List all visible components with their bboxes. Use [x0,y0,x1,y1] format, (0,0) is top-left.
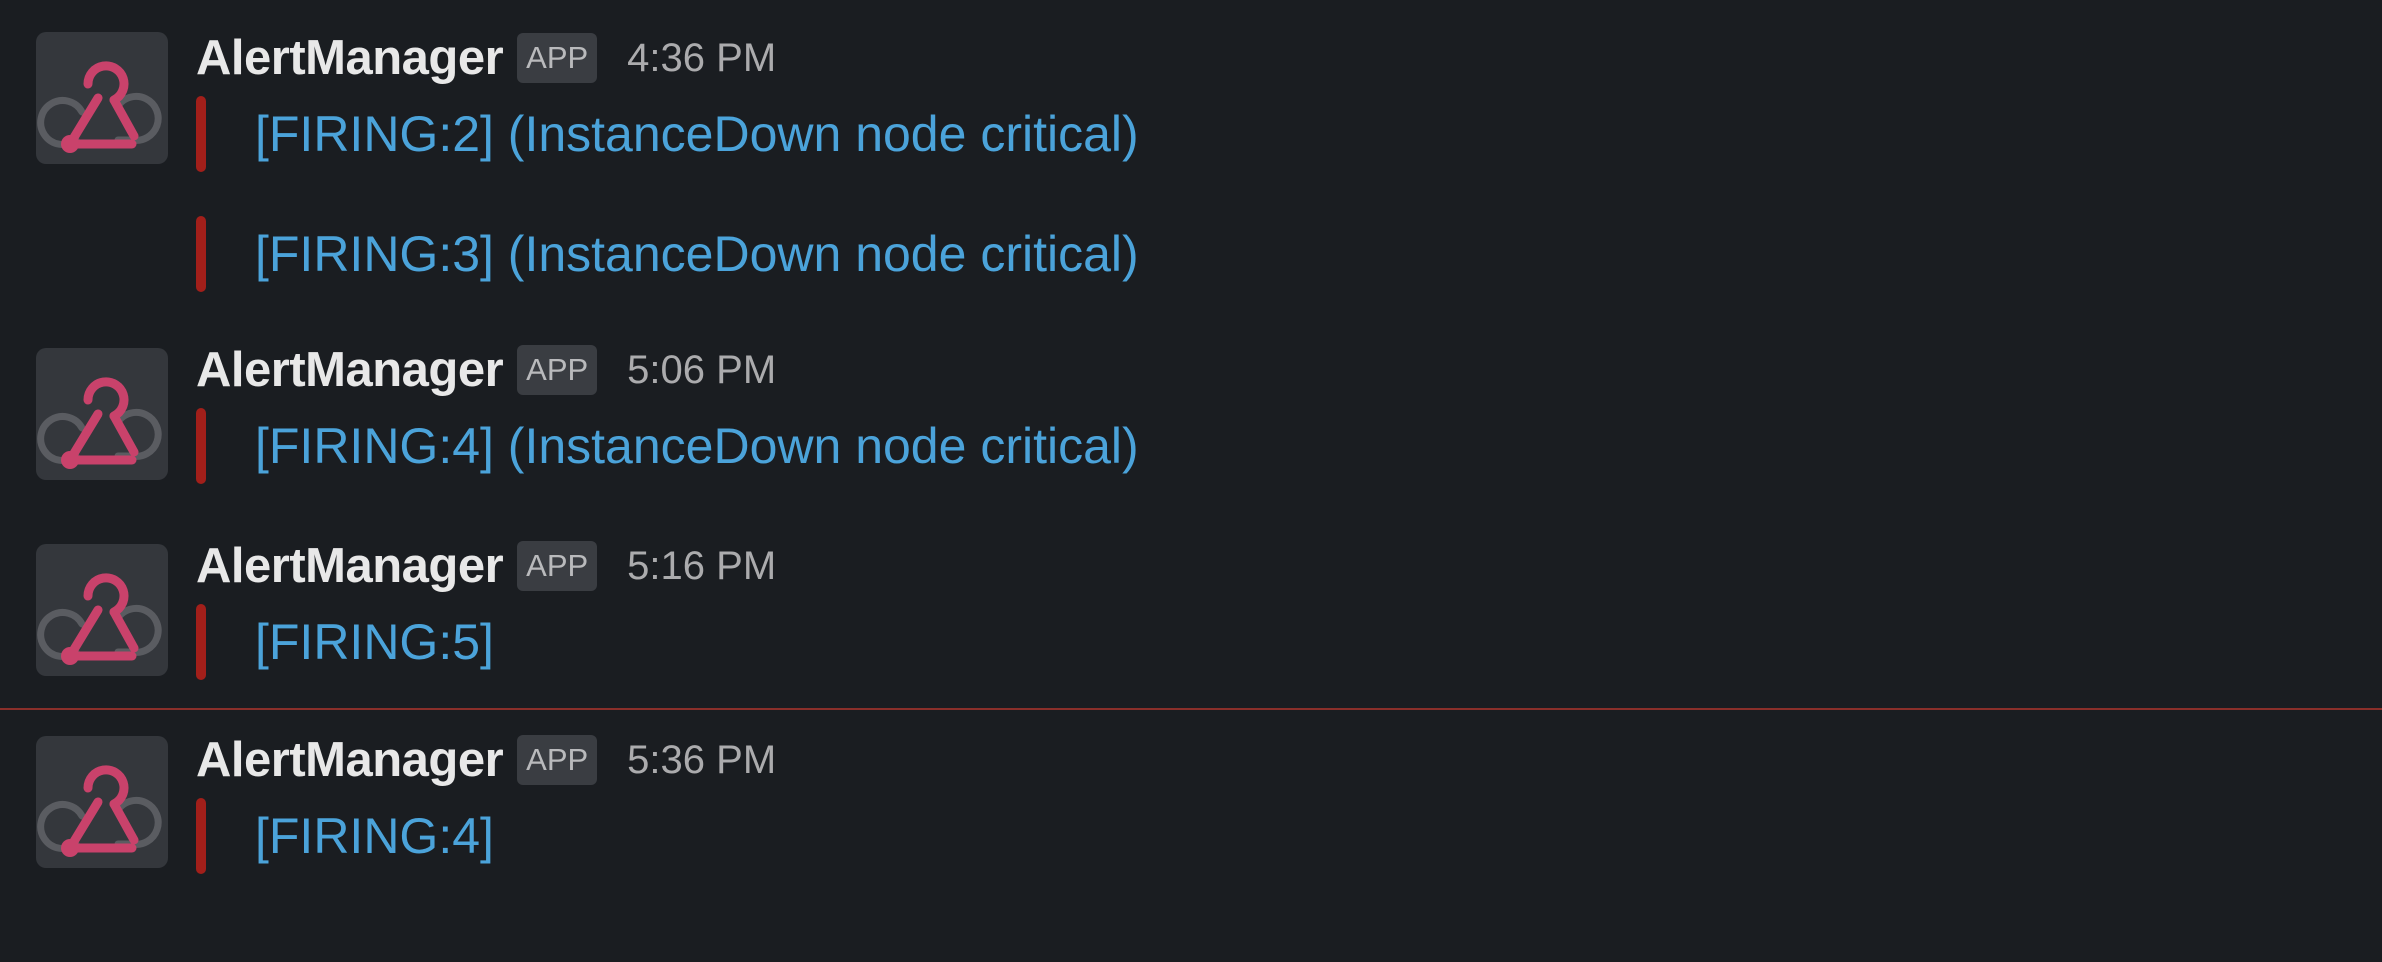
message-header: AlertManager APP 5:06 PM [196,340,776,400]
webhook-icon [37,573,162,665]
message-timestamp[interactable]: 4:36 PM [627,36,776,81]
attachment-color-bar [196,408,206,484]
message-timestamp[interactable]: 5:16 PM [627,544,776,589]
sender-name[interactable]: AlertManager [196,30,504,86]
app-badge: APP [517,735,598,785]
sender-avatar[interactable] [36,544,168,676]
alert-title-link[interactable]: [FIRING:2] (InstanceDown node critical) [255,96,1139,172]
new-messages-divider [0,708,2382,710]
attachment-color-bar [196,604,206,680]
sender-avatar[interactable] [36,736,168,868]
attachment-color-bar [196,798,206,874]
app-badge: APP [517,345,598,395]
alert-title-link[interactable]: [FIRING:5] [255,604,494,680]
message-timestamp[interactable]: 5:36 PM [627,738,776,783]
webhook-icon [37,377,162,469]
alert-title-link[interactable]: [FIRING:4] [255,798,494,874]
alert-title-link[interactable]: [FIRING:3] (InstanceDown node critical) [255,216,1139,292]
attachment-color-bar [196,216,206,292]
sender-name[interactable]: AlertManager [196,732,504,788]
sender-avatar[interactable] [36,348,168,480]
alert-title-link[interactable]: [FIRING:4] (InstanceDown node critical) [255,408,1139,484]
message-header: AlertManager APP 5:16 PM [196,536,776,596]
app-badge: APP [517,33,598,83]
message-feed: AlertManager APP 4:36 PM [FIRING:2] (Ins… [0,0,2382,962]
webhook-icon [37,61,162,153]
webhook-icon [37,765,162,857]
app-badge: APP [517,541,598,591]
sender-name[interactable]: AlertManager [196,538,504,594]
sender-avatar[interactable] [36,32,168,164]
message-timestamp[interactable]: 5:06 PM [627,348,776,393]
sender-name[interactable]: AlertManager [196,342,504,398]
message-header: AlertManager APP 4:36 PM [196,28,776,88]
message-header: AlertManager APP 5:36 PM [196,730,776,790]
attachment-color-bar [196,96,206,172]
